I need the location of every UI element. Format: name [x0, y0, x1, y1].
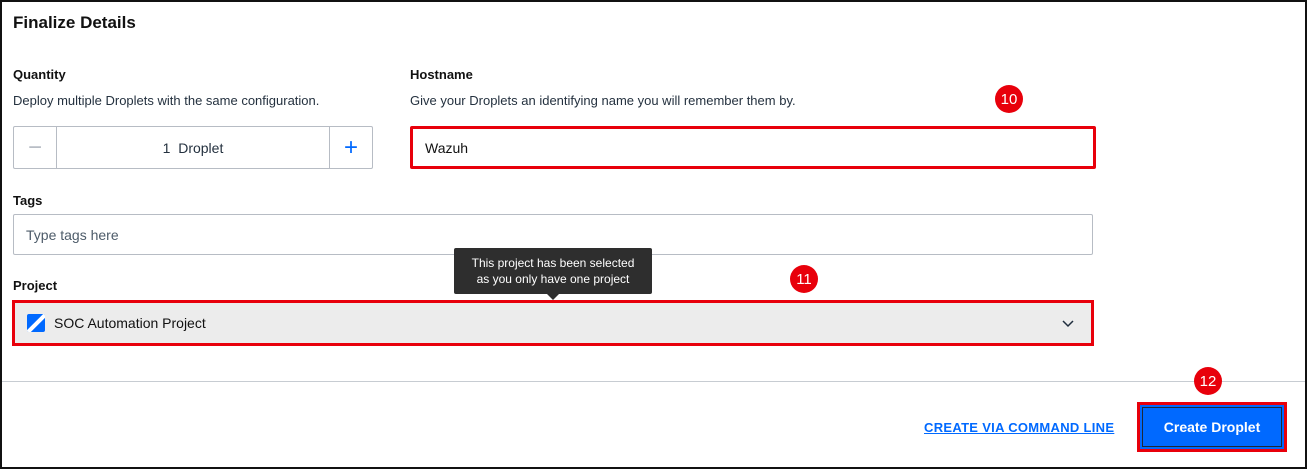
page-title: Finalize Details — [13, 13, 136, 32]
hostname-input[interactable]: Wazuh — [410, 126, 1096, 169]
annotation-badge-10: 10 — [995, 85, 1023, 113]
footer-divider — [2, 381, 1305, 382]
project-icon — [27, 314, 45, 332]
quantity-value: 1 Droplet — [162, 139, 224, 156]
chevron-down-icon — [1062, 320, 1074, 328]
decrement-button[interactable]: − — [14, 127, 57, 168]
annotation-badge-12: 12 — [1194, 367, 1222, 395]
hostname-value: Wazuh — [425, 139, 469, 156]
quantity-stepper[interactable]: − 1 Droplet + — [13, 126, 373, 169]
project-select[interactable]: SOC Automation Project — [12, 300, 1094, 346]
hostname-hint: Give your Droplets an identifying name y… — [410, 93, 796, 108]
tooltip-line-1: This project has been selected — [471, 256, 635, 270]
tags-placeholder: Type tags here — [26, 226, 119, 243]
project-selected-value: SOC Automation Project — [54, 315, 206, 331]
quantity-label: Quantity — [13, 67, 66, 82]
hostname-label: Hostname — [410, 67, 473, 82]
project-label: Project — [13, 278, 58, 293]
tags-label: Tags — [13, 193, 43, 208]
annotation-badge-11: 11 — [790, 265, 818, 293]
project-tooltip: This project has been selected as you on… — [454, 248, 652, 300]
increment-button[interactable]: + — [329, 127, 372, 168]
tooltip-line-2: as you only have one project — [476, 272, 630, 286]
create-droplet-button[interactable]: Create Droplet — [1137, 402, 1287, 452]
create-via-command-line-link[interactable]: CREATE VIA COMMAND LINE — [924, 420, 1114, 435]
quantity-hint: Deploy multiple Droplets with the same c… — [13, 93, 320, 108]
